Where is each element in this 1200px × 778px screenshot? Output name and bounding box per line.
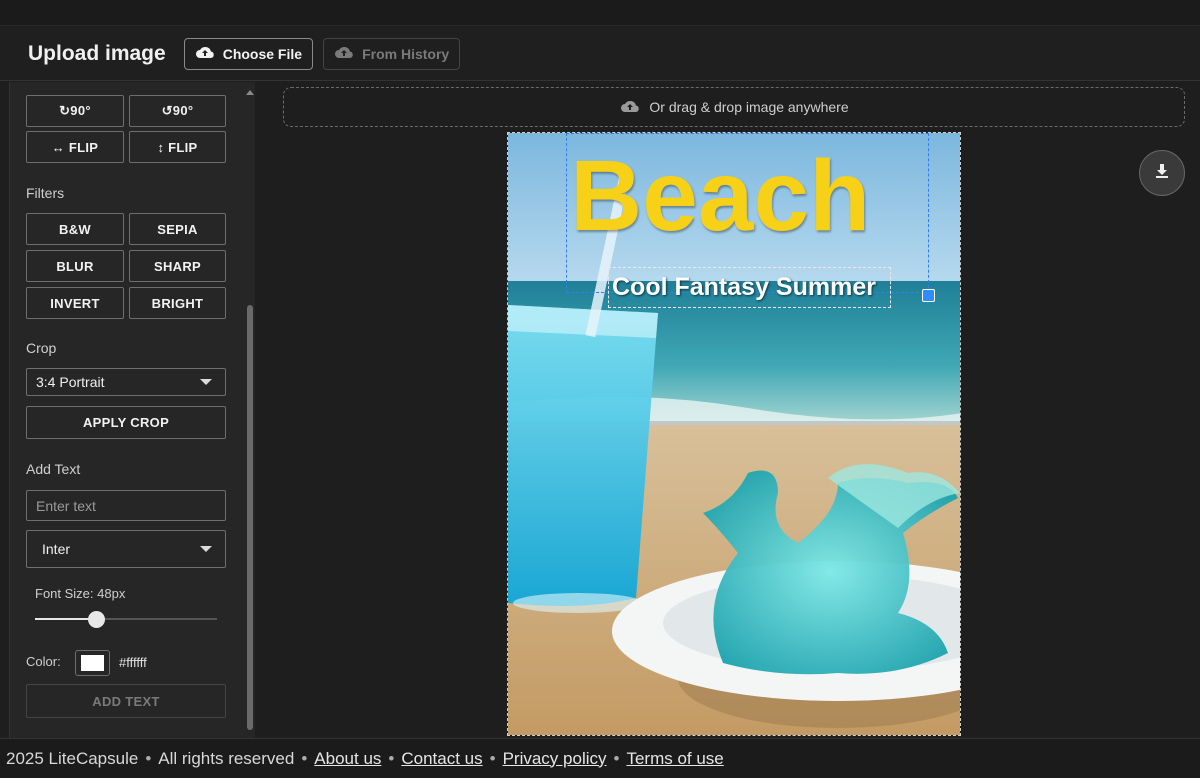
font-size-slider-thumb[interactable] [88, 611, 105, 628]
footer-separator: • [145, 748, 152, 768]
color-value: #ffffff [119, 655, 147, 670]
dropzone[interactable]: Or drag & drop image anywhere [283, 87, 1185, 127]
rotate-ccw-button[interactable]: ↺90° [129, 95, 226, 127]
overlay-subtitle[interactable]: Cool Fantasy Summer [612, 272, 876, 302]
add-text-button[interactable]: ADD TEXT [26, 684, 226, 718]
upload-header: Upload image Choose File From History [0, 27, 1200, 81]
filter-bw-button[interactable]: B&W [26, 213, 124, 245]
footer-copyright: 2025 LiteCapsule [6, 748, 139, 768]
flip-horizontal-button[interactable]: ↔ FLIP [26, 131, 124, 163]
rotate-cw-button[interactable]: ↻90° [26, 95, 124, 127]
editor-sidebar: ↻90° ↺90° ↔ FLIP ↕ FLIP Filters B&W SEPI… [10, 82, 255, 738]
footer-link-about[interactable]: About us [314, 749, 381, 769]
filter-invert-button[interactable]: INVERT [26, 287, 124, 319]
overlay-title[interactable]: Beach [570, 141, 870, 251]
footer: 2025 LiteCapsule • All rights reserved •… [0, 738, 1200, 778]
footer-link-privacy[interactable]: Privacy policy [503, 749, 607, 769]
top-strip [0, 0, 1200, 26]
download-button[interactable] [1139, 150, 1185, 196]
chevron-down-icon [200, 379, 212, 385]
cloud-upload-icon [619, 98, 641, 117]
color-swatch-fill [81, 655, 104, 671]
color-swatch[interactable] [75, 650, 110, 676]
text-input[interactable] [26, 490, 226, 521]
footer-link-terms[interactable]: Terms of use [626, 749, 723, 769]
footer-link-contact[interactable]: Contact us [401, 749, 482, 769]
download-icon [1153, 162, 1171, 185]
crop-ratio-select[interactable]: 3:4 Portrait [26, 368, 226, 396]
choose-file-button[interactable]: Choose File [183, 37, 314, 70]
cloud-upload-icon [334, 44, 354, 63]
font-select[interactable]: Inter [26, 530, 226, 568]
filter-sepia-button[interactable]: SEPIA [129, 213, 226, 245]
font-size-slider-fill [35, 618, 96, 620]
filter-sharp-button[interactable]: SHARP [129, 250, 226, 282]
resize-handle[interactable] [922, 289, 935, 302]
sidebar-gutter [0, 82, 10, 738]
add-text-label: Add Text [26, 461, 81, 477]
footer-rights: All rights reserved [158, 748, 295, 768]
from-history-label: From History [362, 45, 450, 62]
filter-blur-button[interactable]: BLUR [26, 250, 124, 282]
from-history-button[interactable]: From History [323, 37, 461, 70]
footer-separator: • [301, 748, 308, 768]
footer-separator: • [489, 748, 496, 768]
filter-bright-button[interactable]: BRIGHT [129, 287, 226, 319]
chevron-down-icon [200, 546, 212, 552]
scroll-up-arrow-icon[interactable] [246, 90, 254, 95]
dropzone-text: Or drag & drop image anywhere [649, 99, 849, 115]
sidebar-scrollbar-thumb[interactable] [247, 305, 253, 730]
apply-crop-button[interactable]: APPLY CROP [26, 406, 226, 439]
page-title: Upload image [28, 41, 166, 65]
flip-vertical-button[interactable]: ↕ FLIP [129, 131, 226, 163]
footer-separator: • [388, 748, 395, 768]
crop-ratio-value: 3:4 Portrait [36, 374, 105, 390]
font-size-label: Font Size: 48px [35, 586, 126, 601]
cloud-upload-icon [195, 44, 215, 63]
editor-main: Or drag & drop image anywhere Beach Cool… [256, 82, 1200, 738]
color-label: Color: [26, 654, 61, 669]
filters-label: Filters [26, 185, 65, 201]
footer-separator: • [613, 748, 620, 768]
image-canvas[interactable]: Beach Cool Fantasy Summer [507, 132, 961, 736]
crop-label: Crop [26, 340, 57, 356]
choose-file-label: Choose File [222, 45, 303, 62]
font-select-value: Inter [42, 541, 71, 557]
